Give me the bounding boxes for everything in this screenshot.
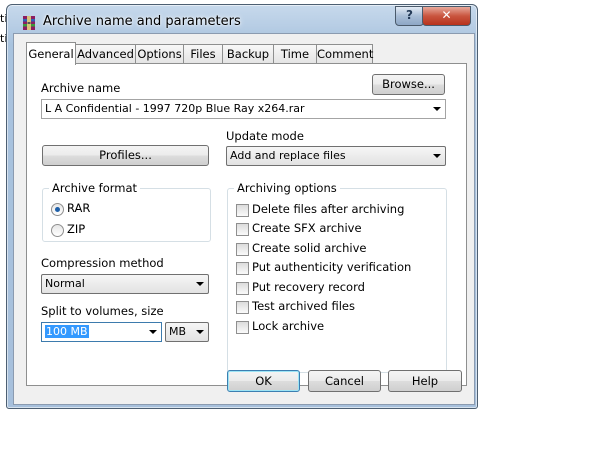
tab-advanced[interactable]: Advanced [75,44,136,64]
profiles-button[interactable]: Profiles... [42,145,209,166]
tab-comment[interactable]: Comment [316,44,373,64]
split-unit-value: MB [169,325,187,338]
authenticity-label[interactable]: Put authenticity verification [252,260,411,274]
split-unit-dropdown[interactable]: MB [165,322,209,342]
winrar-icon [23,16,35,30]
archive-format-group: Archive format RAR ZIP [42,181,211,242]
general-tab-panel: Archive name Browse... L A Confidential … [26,63,467,386]
lock-archive-label[interactable]: Lock archive [252,319,324,333]
delete-files-label[interactable]: Delete files after archiving [252,202,404,216]
update-mode-dropdown[interactable]: Add and replace files [226,146,446,166]
tab-options[interactable]: Options [135,44,184,64]
zip-radio[interactable] [51,224,64,237]
split-size-combobox[interactable]: 100 MB [41,322,162,342]
recovery-record-label[interactable]: Put recovery record [252,280,365,294]
chevron-down-icon[interactable] [433,107,441,111]
test-archived-checkbox[interactable] [236,301,249,314]
compression-method-label: Compression method [41,256,164,270]
rar-label[interactable]: RAR [67,201,90,215]
update-mode-value: Add and replace files [230,149,346,162]
lock-archive-checkbox[interactable] [236,321,249,334]
close-button[interactable]: ✕ [422,6,471,26]
title-help-button[interactable]: ? [395,6,424,26]
archive-format-label: Archive format [49,181,141,195]
dialog-client-area: General Advanced Options Files Backup Ti… [13,33,475,405]
chevron-down-icon[interactable] [149,330,157,334]
tab-general[interactable]: General [26,42,76,65]
zip-label[interactable]: ZIP [67,222,85,236]
ok-button[interactable]: OK [227,370,300,392]
test-archived-label[interactable]: Test archived files [252,299,355,313]
compression-method-dropdown[interactable]: Normal [41,274,209,294]
tab-files[interactable]: Files [183,44,223,64]
update-mode-label: Update mode [226,129,304,143]
browse-button[interactable]: Browse... [372,74,445,95]
tab-backup[interactable]: Backup [222,44,274,64]
tab-time[interactable]: Time [273,44,317,64]
authenticity-checkbox[interactable] [236,262,249,275]
chevron-down-icon[interactable] [196,330,204,334]
archive-name-value: L A Confidential - 1997 720p Blue Ray x2… [45,102,305,115]
delete-files-checkbox[interactable] [236,204,249,217]
recovery-record-checkbox[interactable] [236,282,249,295]
create-sfx-label[interactable]: Create SFX archive [252,221,362,235]
create-solid-label[interactable]: Create solid archive [252,241,366,255]
archive-name-combobox[interactable]: L A Confidential - 1997 720p Blue Ray x2… [41,99,446,119]
chevron-down-icon[interactable] [433,154,441,158]
archiving-options-label: Archiving options [234,181,340,195]
rar-radio[interactable] [51,203,64,216]
split-volumes-label: Split to volumes, size [41,304,164,318]
chevron-down-icon[interactable] [196,282,204,286]
split-size-value: 100 MB [45,325,89,338]
window-title: Archive name and parameters [43,14,241,29]
help-button[interactable]: Help [388,370,462,392]
create-solid-checkbox[interactable] [236,243,249,256]
archive-name-label: Archive name [41,81,121,95]
archiving-options-group: Archiving options Delete files after arc… [227,181,447,373]
create-sfx-checkbox[interactable] [236,223,249,236]
cancel-button[interactable]: Cancel [308,370,381,392]
compression-method-value: Normal [45,277,85,290]
